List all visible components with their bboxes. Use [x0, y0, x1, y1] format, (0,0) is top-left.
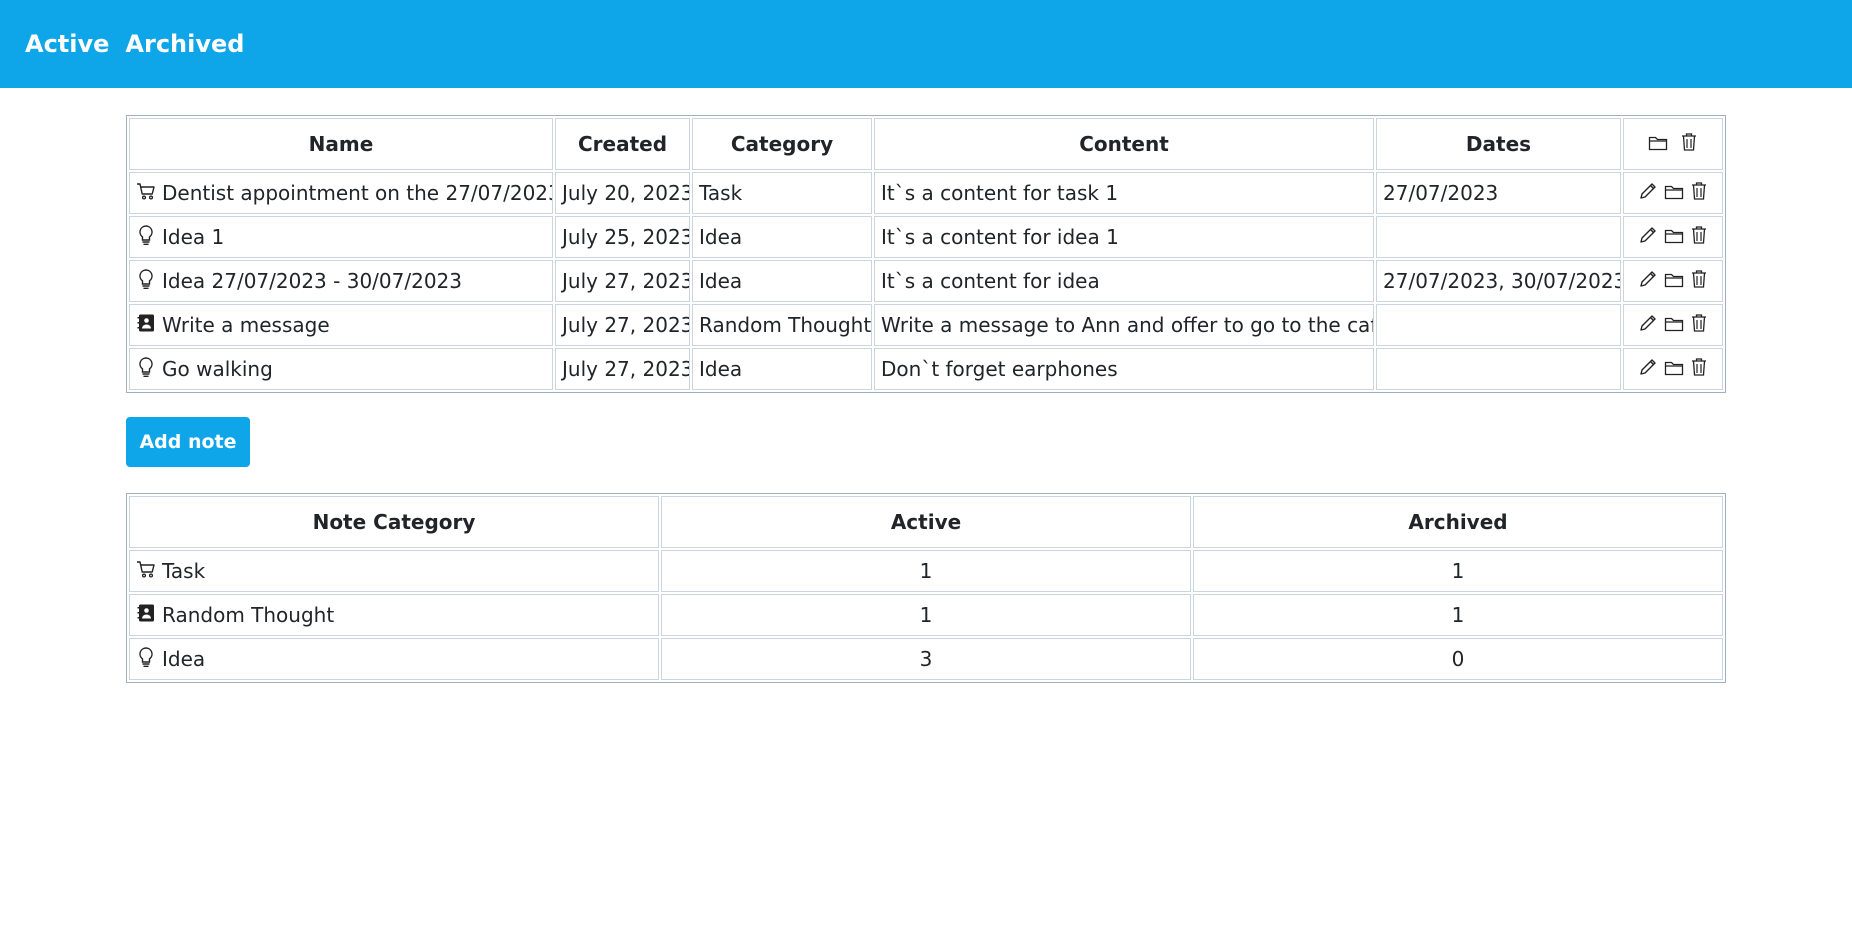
summary-active-count: 1	[661, 550, 1191, 592]
note-row: Go walking July 27, 2023 Idea Don`t forget …	[129, 348, 1723, 390]
archive-icon[interactable]	[1664, 182, 1684, 206]
note-name: Write a message	[162, 313, 330, 337]
header-dates: Dates	[1376, 118, 1621, 170]
summary-table-container: Note Category Active Archived Task 1 1 Rand…	[126, 493, 1726, 683]
note-category: Task	[692, 172, 872, 214]
note-actions	[1623, 304, 1723, 346]
delete-icon[interactable]	[1690, 357, 1708, 382]
lightbulb-icon	[136, 356, 156, 383]
edit-icon[interactable]	[1638, 181, 1658, 206]
note-name-cell: Idea 27/07/2023 - 30/07/2023	[129, 260, 553, 302]
header-active: Active	[661, 496, 1191, 548]
note-content: It`s a content for idea	[874, 260, 1374, 302]
note-actions	[1623, 216, 1723, 258]
summary-table: Note Category Active Archived Task 1 1 Rand…	[126, 493, 1726, 683]
note-actions	[1623, 348, 1723, 390]
note-created: July 27, 2023	[555, 260, 690, 302]
summary-category-cell: Idea	[129, 638, 659, 680]
summary-row: Random Thought 1 1	[129, 594, 1723, 636]
add-note-button[interactable]: Add note	[126, 417, 250, 467]
lightbulb-icon	[136, 224, 156, 251]
note-content: Write a message to Ann and offer to go t…	[874, 304, 1374, 346]
edit-icon[interactable]	[1638, 357, 1658, 382]
note-category: Idea	[692, 260, 872, 302]
archive-icon[interactable]	[1664, 314, 1684, 338]
note-actions	[1623, 260, 1723, 302]
top-nav: Active Archived	[0, 0, 1852, 88]
delete-icon[interactable]	[1690, 181, 1708, 206]
lightbulb-icon	[136, 646, 156, 673]
summary-archived-count: 1	[1193, 550, 1723, 592]
note-created: July 25, 2023	[555, 216, 690, 258]
delete-icon[interactable]	[1690, 225, 1708, 250]
note-category: Idea	[692, 348, 872, 390]
note-row: Idea 1 July 25, 2023 Idea It`s a content fo…	[129, 216, 1723, 258]
note-name-cell: Write a message	[129, 304, 553, 346]
header-note-category: Note Category	[129, 496, 659, 548]
summary-category-cell: Random Thought	[129, 594, 659, 636]
note-name-cell: Dentist appointment on the 27/07/2023	[129, 172, 553, 214]
edit-icon[interactable]	[1638, 269, 1658, 294]
journal-icon	[136, 603, 156, 628]
header-name: Name	[129, 118, 553, 170]
delete-icon[interactable]	[1690, 313, 1708, 338]
note-dates: 27/07/2023	[1376, 172, 1621, 214]
summary-category-cell: Task	[129, 550, 659, 592]
edit-icon[interactable]	[1638, 225, 1658, 250]
note-content: Don`t forget earphones	[874, 348, 1374, 390]
summary-archived-count: 1	[1193, 594, 1723, 636]
archive-icon[interactable]	[1664, 270, 1684, 294]
header-actions	[1623, 118, 1723, 170]
header-archived: Archived	[1193, 496, 1723, 548]
header-created: Created	[555, 118, 690, 170]
summary-category: Random Thought	[162, 603, 335, 627]
note-dates	[1376, 348, 1621, 390]
note-dates	[1376, 304, 1621, 346]
note-name: Go walking	[162, 357, 273, 381]
notes-table-container: Name Created Category Content Dates Dent…	[126, 115, 1726, 393]
note-row: Write a message July 27, 2023 Random Thoug…	[129, 304, 1723, 346]
lightbulb-icon	[136, 268, 156, 295]
note-name: Idea 27/07/2023 - 30/07/2023	[162, 269, 462, 293]
note-name: Dentist appointment on the 27/07/2023	[162, 181, 553, 205]
delete-all-icon[interactable]	[1680, 132, 1698, 157]
nav-active-link[interactable]: Active	[25, 30, 109, 58]
cart-icon	[136, 181, 156, 206]
note-created: July 20, 2023	[555, 172, 690, 214]
edit-icon[interactable]	[1638, 313, 1658, 338]
summary-archived-count: 0	[1193, 638, 1723, 680]
note-content: It`s a content for task 1	[874, 172, 1374, 214]
note-created: July 27, 2023	[555, 348, 690, 390]
note-dates: 27/07/2023, 30/07/2023	[1376, 260, 1621, 302]
note-name-cell: Idea 1	[129, 216, 553, 258]
summary-header-row: Note Category Active Archived	[129, 496, 1723, 548]
notes-header-row: Name Created Category Content Dates	[129, 118, 1723, 170]
cart-icon	[136, 559, 156, 584]
journal-icon	[136, 313, 156, 338]
summary-active-count: 1	[661, 594, 1191, 636]
nav-archived-link[interactable]: Archived	[125, 30, 244, 58]
archive-icon[interactable]	[1664, 358, 1684, 382]
archive-icon[interactable]	[1664, 226, 1684, 250]
summary-active-count: 3	[661, 638, 1191, 680]
summary-row: Idea 3 0	[129, 638, 1723, 680]
delete-icon[interactable]	[1690, 269, 1708, 294]
notes-table: Name Created Category Content Dates Dent…	[126, 115, 1726, 393]
archive-all-icon[interactable]	[1648, 133, 1668, 157]
note-actions	[1623, 172, 1723, 214]
note-content: It`s a content for idea 1	[874, 216, 1374, 258]
summary-row: Task 1 1	[129, 550, 1723, 592]
summary-category: Idea	[162, 647, 206, 671]
summary-category: Task	[162, 559, 206, 583]
note-category: Idea	[692, 216, 872, 258]
note-row: Dentist appointment on the 27/07/2023 Jul…	[129, 172, 1723, 214]
note-row: Idea 27/07/2023 - 30/07/2023 July 27, 202…	[129, 260, 1723, 302]
note-dates	[1376, 216, 1621, 258]
note-created: July 27, 2023	[555, 304, 690, 346]
note-name: Idea 1	[162, 225, 225, 249]
header-content: Content	[874, 118, 1374, 170]
note-name-cell: Go walking	[129, 348, 553, 390]
note-category: Random Thought	[692, 304, 872, 346]
header-category: Category	[692, 118, 872, 170]
